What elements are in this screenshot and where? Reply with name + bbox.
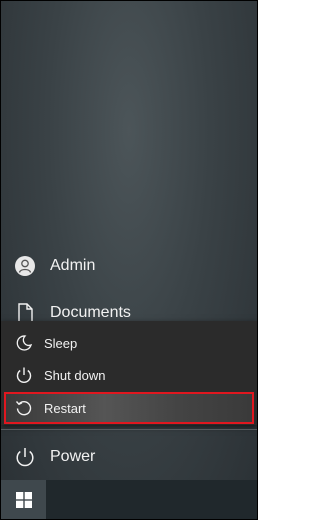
restart-icon [15,399,33,417]
start-menu: Admin Documents Sleep Shut down Restart … [0,0,258,520]
taskbar [1,480,257,519]
power-button[interactable]: Power [1,435,257,479]
power-label: Power [50,448,96,465]
windows-logo-icon [15,491,32,508]
restart-label: Restart [44,400,86,416]
sleep-label: Sleep [44,335,78,351]
user-account-button[interactable]: Admin [1,244,257,288]
user-account-label: Admin [50,257,96,274]
person-icon [14,255,36,277]
power-icon [15,366,33,384]
divider [1,429,257,430]
sleep-menu-item[interactable]: Sleep [1,327,257,359]
shut-down-label: Shut down [44,367,106,383]
restart-menu-item[interactable]: Restart [4,392,254,424]
documents-label: Documents [50,304,131,321]
moon-icon [15,334,33,352]
start-button[interactable] [1,480,46,519]
power-options-flyout: Sleep Shut down Restart [1,321,257,425]
shut-down-menu-item[interactable]: Shut down [1,359,257,391]
power-icon [14,446,36,468]
